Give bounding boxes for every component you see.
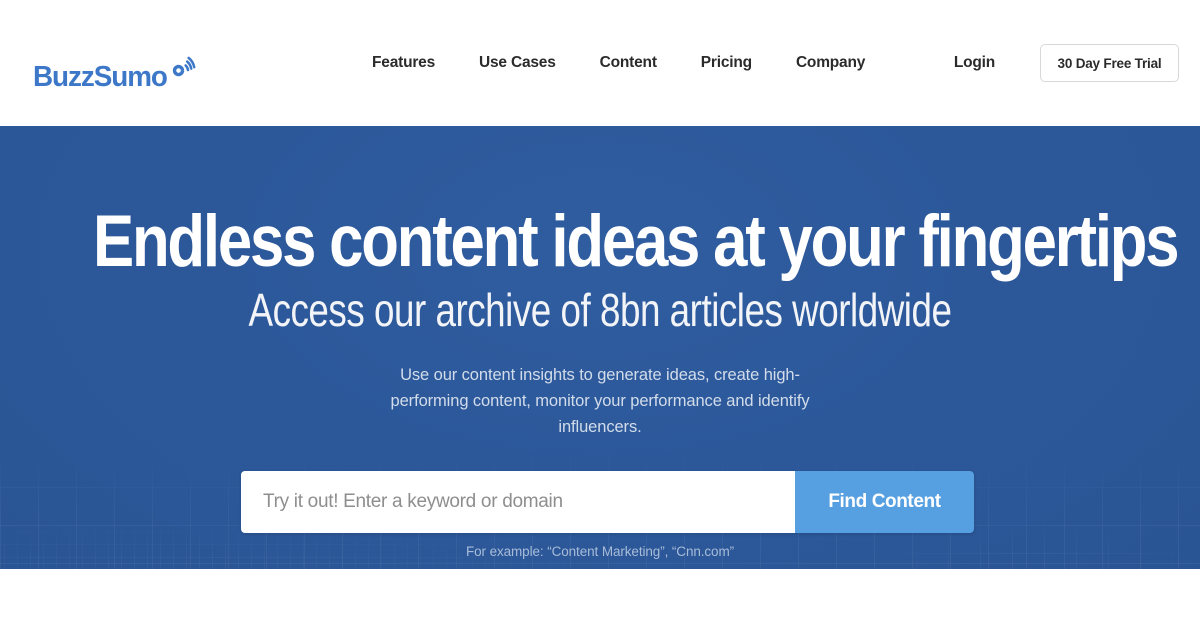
find-content-button[interactable]: Find Content: [795, 471, 974, 533]
hero-section: Endless content ideas at your fingertips…: [0, 126, 1200, 569]
hero-search-bar: Find Content: [241, 471, 974, 533]
nav-actions: Login 30 Day Free Trial: [954, 0, 1179, 126]
nav-item-pricing[interactable]: Pricing: [701, 48, 752, 78]
hero-content: Endless content ideas at your fingertips…: [0, 126, 1200, 569]
search-example-hint: For example: “Content Marketing”, “Cnn.c…: [465, 544, 735, 559]
nav-item-content[interactable]: Content: [600, 48, 657, 78]
nav-item-company[interactable]: Company: [796, 48, 865, 78]
logo-wordmark: BuzzSumo: [33, 61, 168, 93]
wifi-signal-icon: [171, 56, 197, 87]
hero-headline: Endless content ideas at your fingertips: [92, 201, 1180, 282]
buzzsumo-logo[interactable]: BuzzSumo: [33, 56, 197, 102]
search-input[interactable]: [241, 471, 795, 533]
free-trial-button[interactable]: 30 Day Free Trial: [1040, 44, 1179, 82]
hero-subheadline: Access our archive of 8bn articles world…: [248, 284, 952, 336]
landing-page: BuzzSumo Features Use Cases Content Pric…: [0, 0, 1200, 630]
login-link[interactable]: Login: [954, 54, 995, 72]
top-navigation-bar: BuzzSumo Features Use Cases Content Pric…: [0, 0, 1200, 126]
hero-description: Use our content insights to generate ide…: [390, 366, 810, 436]
page-body-below-hero: [0, 569, 1200, 630]
primary-nav: Features Use Cases Content Pricing Compa…: [372, 0, 865, 126]
nav-item-features[interactable]: Features: [372, 48, 435, 78]
nav-item-use-cases[interactable]: Use Cases: [479, 48, 556, 78]
